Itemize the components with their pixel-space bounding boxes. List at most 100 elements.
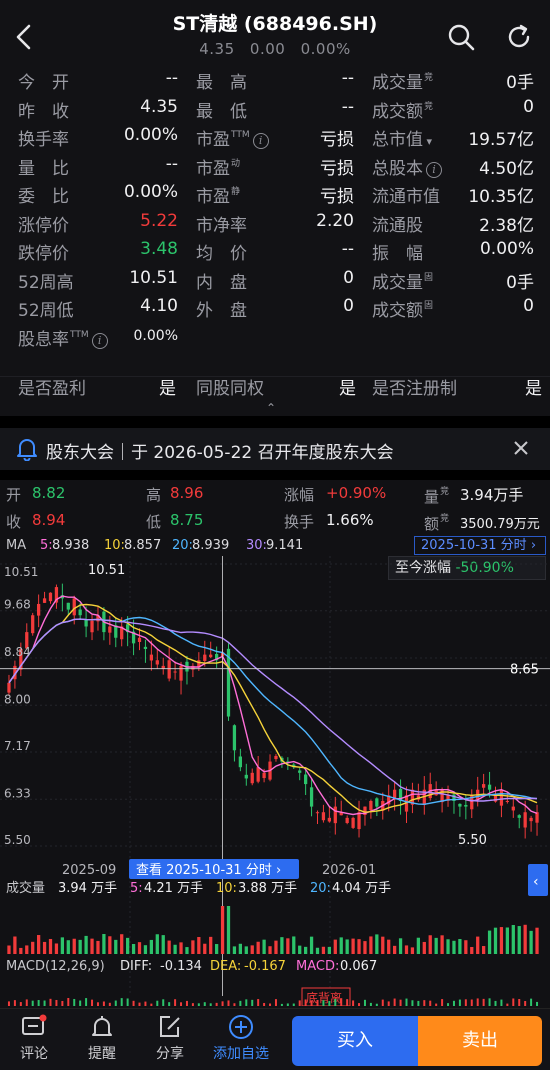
volume-bar [387,939,391,954]
volume-bar [327,946,331,954]
kline-chart[interactable]: 8.65 10.51 9.68 8.84 8.00 7.17 6.33 5.50 10.51 5.… [0,556,550,1007]
volume-bar [517,926,521,954]
quote-value: 0 [343,296,354,316]
ma-line [8,618,537,802]
candle-body [108,626,112,633]
close-label: 收 [6,513,22,531]
dea-label: DEA: [210,959,241,974]
change-label: 涨幅 [284,486,315,504]
volume-ma-key: 10: [216,881,237,896]
info-icon[interactable]: i [426,161,442,178]
macd-bar [168,1002,171,1006]
macd-bar [435,1003,438,1006]
volume-bar [96,940,100,954]
macd-bar [346,999,349,1006]
candle-body [37,603,41,616]
info-icon[interactable]: i [252,133,269,149]
volume-bar [78,939,82,954]
quote-label: 最 低 [196,101,247,122]
candle-body [357,812,361,830]
refresh-icon[interactable] [504,22,534,52]
macd-bar [274,999,277,1006]
ma-key: 5: [40,538,53,553]
macd-bar [150,1003,153,1006]
volume-bar [381,936,385,954]
candle-body [250,772,254,784]
quote-label: 流通市值 [372,187,440,207]
volume-value: 3.94 万手 [58,881,117,896]
quote-value: 2.38亿 [479,215,534,236]
volume-bar [446,939,450,954]
macd-bar [132,1000,135,1006]
candle-body [167,660,171,679]
quote-label: 成交量竞 [372,73,434,93]
header: ST清越 (688496.SH) 4.35 0.00 0.00% [0,0,550,70]
macd-bar [500,999,503,1006]
quote-row: 52周低 4.10 外 盘 0 成交额固 0 [0,296,550,324]
quote-row: 今 开 -- 最 高 -- 成交量竞 0手 [0,68,550,96]
bell-icon [17,439,37,461]
candle-body [351,817,355,828]
alert-tab[interactable]: 提醒 [72,1013,132,1063]
candle-body [137,637,142,643]
macd-value: 0.067 [340,959,377,974]
candle-body [31,615,35,634]
sell-button[interactable]: 卖出 [418,1016,542,1066]
volume-ma-value: 4.21 万手 [144,881,203,896]
quote-label: 市盈动 [196,158,241,179]
volume-bar [393,945,397,954]
quote-value: 0手 [506,272,534,293]
volume-bar [203,943,207,954]
y-tick-label: 8.00 [4,692,31,706]
comment-tab[interactable]: 评论 [4,1013,64,1063]
notice-bar[interactable]: 股东大会｜于 2026-05-22 召开年度股东大会 [0,428,550,470]
buy-button[interactable]: 买入 [292,1016,418,1066]
share-tab[interactable]: 分享 [140,1013,200,1063]
share-label: 分享 [156,1046,184,1062]
macd-bar [482,998,485,1006]
volume-bar [416,937,420,954]
macd-bar [269,1003,272,1006]
macd-bar [233,1003,236,1006]
quote-label: 总股本 i [372,154,442,179]
close-icon[interactable] [510,437,532,459]
macd-bar [120,998,123,1006]
volume-bar [215,944,219,954]
quote-label: 市净率 [196,215,247,236]
volume-bar [60,937,64,954]
quote-value: 2.20 [316,210,354,231]
macd-bar [61,1000,64,1006]
ma-value: 9.141 [266,538,304,553]
price-change-pct: 0.00% [300,40,351,58]
candle-body [505,800,509,802]
kline-svg[interactable]: 8.65 10.51 9.68 8.84 8.00 7.17 6.33 5.50 10.51 5.… [0,556,550,1007]
quote-label: 内 盘 [196,272,247,293]
volume-bar [42,941,47,954]
quote-value: 0手 [506,73,534,93]
macd-bar [375,1003,378,1006]
volume-bar [48,938,53,954]
ma-key: 10: [104,538,125,553]
collapse-chevron-icon[interactable]: ⌃ [266,401,276,415]
candle-body [493,795,498,802]
macd-bar [209,1003,212,1006]
macd-bar [352,1000,355,1006]
volume-bar [114,939,118,954]
macd-label: MACD(12,26,9) [6,959,105,974]
intraday-date-button[interactable]: 2025-10-31 分时 › [414,536,546,555]
macd-bar [411,1000,414,1006]
volume-bar [375,934,379,954]
quote-value: 0 [343,267,354,288]
volume-bar [226,906,231,954]
candle-body [523,812,527,828]
close-value: 8.94 [32,511,66,529]
candle-body [232,725,237,751]
add-watchlist-tab[interactable]: 添加自选 [208,1013,274,1063]
volume-bar [351,938,355,954]
macd-bar [470,999,473,1006]
dropdown-icon[interactable]: ▾ [423,135,432,148]
search-icon[interactable] [446,22,476,52]
volume-bar [315,947,320,954]
volume-value: 3.94万手 [460,486,524,504]
y-tick-label: 6.33 [4,786,31,800]
